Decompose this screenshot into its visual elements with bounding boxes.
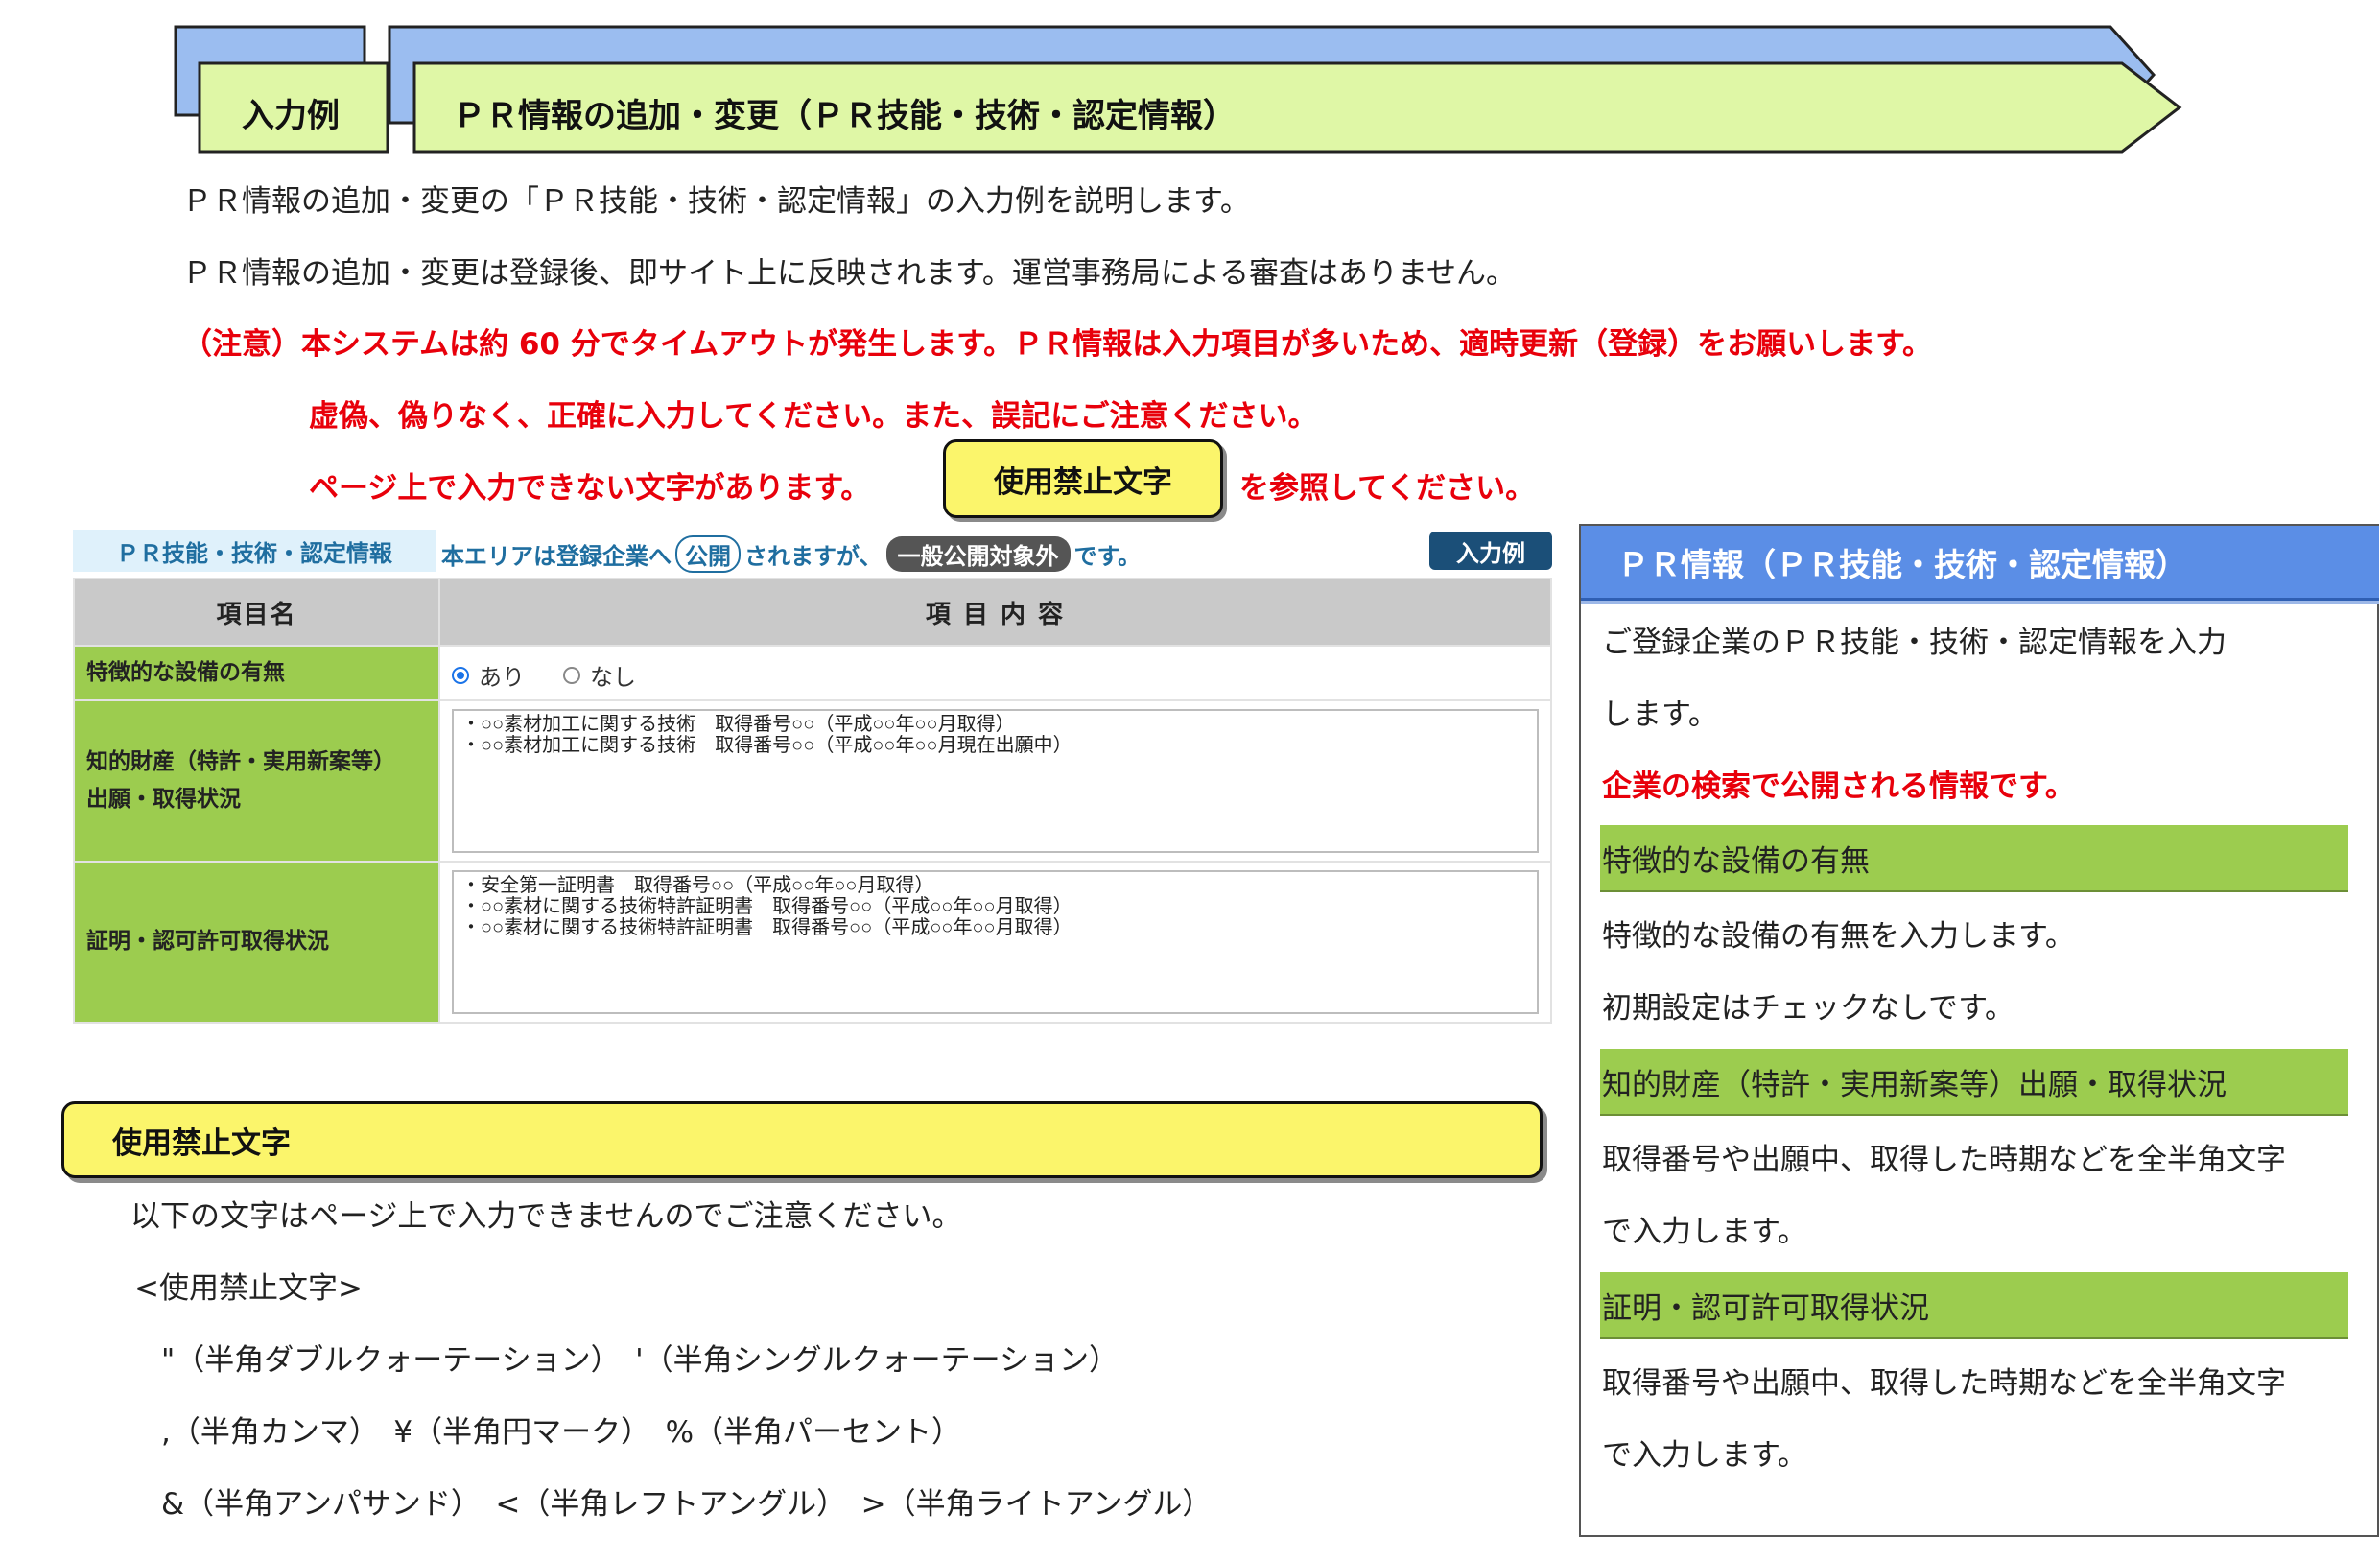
panel-heading-equipment: 特徴的な設備の有無: [1600, 825, 2348, 892]
panel-equipment-text-1: 特徴的な設備の有無を入力します。: [1602, 919, 2075, 954]
radio-no-label: なし: [590, 664, 636, 691]
forbidden-chars-title-bar: 使用禁止文字: [61, 1101, 1543, 1178]
row-label-ip-line-2: 出願・取得状況: [86, 787, 241, 812]
panel-ip-text-1: 取得番号や出願中、取得した時期などを全半角文字: [1602, 1143, 2286, 1177]
pr-skills-form-table: 項目名 項 目 内 容 特徴的な設備の有無 あり なし 知的財産（特許・実用新案…: [73, 578, 1552, 1024]
forbidden-heading: <使用禁止文字>: [134, 1271, 363, 1306]
table-row: 特徴的な設備の有無 あり なし: [73, 645, 1552, 701]
panel-desc-1: ご登録企業のＰＲ技能・技術・認定情報を入力: [1602, 626, 2227, 660]
header-title: ＰＲ情報の追加・変更（ＰＲ技能・技術・認定情報）: [453, 97, 1236, 135]
panel-certification-text-1: 取得番号や出願中、取得した時期などを全半角文字: [1602, 1366, 2286, 1401]
note-suffix: です。: [1073, 543, 1142, 570]
radio-yes-label: あり: [479, 664, 525, 691]
table-row: 証明・認可許可取得状況 ・安全第一証明書 取得番号○○（平成○○年○○月取得） …: [73, 861, 1552, 1024]
warning-line-1: （注意）本システムは約 60 分でタイムアウトが発生します。ＰＲ情報は入力項目が…: [182, 327, 1932, 362]
header-banner: [174, 25, 2182, 154]
ip-status-textarea[interactable]: ・○○素材加工に関する技術 取得番号○○（平成○○年○○月取得） ・○○素材加工…: [452, 709, 1539, 853]
warning-line-3: ページ上で入力できない文字があります。: [309, 471, 871, 506]
col-item-header: 項目名: [73, 578, 440, 647]
panel-heading-ip: 知的財産（特許・実用新案等）出願・取得状況: [1600, 1049, 2348, 1116]
certification-textarea-cell: ・安全第一証明書 取得番号○○（平成○○年○○月取得） ・○○素材に関する技術特…: [438, 861, 1552, 1024]
intro-line-2: ＰＲ情報の追加・変更は登録後、即サイト上に反映されます。運営事務局による審査はあ…: [182, 256, 1517, 291]
panel-public-note: 企業の検索で公開される情報です。: [1602, 769, 2075, 804]
panel-desc-2: します。: [1602, 698, 1718, 732]
panel-heading-certification: 証明・認可許可取得状況: [1600, 1272, 2348, 1339]
header-tag-label: 入力例: [242, 97, 340, 135]
row-label-certification: 証明・認可許可取得状況: [73, 861, 440, 1024]
panel-equipment-text-2: 初期設定はチェックなしです。: [1602, 991, 2015, 1026]
radio-no-indicator[interactable]: [563, 666, 580, 684]
row-label-equipment: 特徴的な設備の有無: [73, 645, 440, 701]
warning-line-3-suffix: を参照してください。: [1239, 471, 1536, 506]
public-badge: 公開: [675, 535, 741, 573]
forbidden-chars-ref-button[interactable]: 使用禁止文字: [943, 439, 1223, 518]
col-content-header: 項 目 内 容: [438, 578, 1552, 647]
help-panel-title: ＰＲ情報（ＰＲ技能・技術・認定情報）: [1581, 526, 2379, 601]
forbidden-intro: 以下の文字はページ上で入力できませんのでご注意ください。: [130, 1199, 962, 1234]
table-row: 知的財産（特許・実用新案等） 出願・取得状況 ・○○素材加工に関する技術 取得番…: [73, 699, 1552, 863]
intro-line-1: ＰＲ情報の追加・変更の「ＰＲ技能・技術・認定情報」の入力例を説明します。: [182, 184, 1250, 219]
equipment-radio-group: あり なし: [452, 654, 1539, 692]
ip-textarea-cell: ・○○素材加工に関する技術 取得番号○○（平成○○年○○月取得） ・○○素材加工…: [438, 699, 1552, 863]
row-label-ip-line-1: 知的財産（特許・実用新案等）: [86, 748, 395, 774]
example-button[interactable]: 入力例: [1429, 532, 1552, 570]
note-prefix: 本エリアは登録企業へ: [441, 543, 672, 570]
radio-no[interactable]: なし: [563, 658, 636, 692]
form-section-tag: ＰＲ技能・技術・認定情報: [73, 530, 436, 572]
equipment-radio-cell: あり なし: [438, 645, 1552, 701]
note-mid: されますが、: [744, 543, 883, 570]
row-label-ip: 知的財産（特許・実用新案等） 出願・取得状況: [73, 699, 440, 863]
panel-ip-text-2: で入力します。: [1602, 1215, 1807, 1249]
table-header-row: 項目名 項 目 内 容: [73, 578, 1552, 647]
warning-line-2: 虚偽、偽りなく、正確に入力してください。また、誤記にご注意ください。: [309, 399, 1318, 434]
excluded-badge: 一般公開対象外: [885, 536, 1071, 572]
forbidden-line-3: &（半角アンパサンド） <（半角レフトアングル） >（半角ライトアングル）: [161, 1487, 1213, 1522]
certification-textarea[interactable]: ・安全第一証明書 取得番号○○（平成○○年○○月取得） ・○○素材に関する技術特…: [452, 870, 1539, 1014]
form-header: ＰＲ技能・技術・認定情報 本エリアは登録企業へ 公開 されますが、 一般公開対象…: [73, 530, 1552, 573]
forbidden-line-1: "（半角ダブルクォーテーション） '（半角シングルクォーテーション）: [161, 1343, 1119, 1378]
radio-yes[interactable]: あり: [452, 658, 525, 692]
radio-yes-indicator[interactable]: [452, 666, 469, 684]
panel-certification-text-2: で入力します。: [1602, 1438, 1807, 1473]
form-visibility-note: 本エリアは登録企業へ 公開 されますが、 一般公開対象外 です。: [441, 535, 1141, 573]
forbidden-line-2: ,（半角カンマ） ¥（半角円マーク） %（半角パーセント）: [161, 1415, 962, 1450]
help-panel: ＰＲ情報（ＰＲ技能・技術・認定情報） ご登録企業のＰＲ技能・技術・認定情報を入力…: [1579, 524, 2379, 1537]
